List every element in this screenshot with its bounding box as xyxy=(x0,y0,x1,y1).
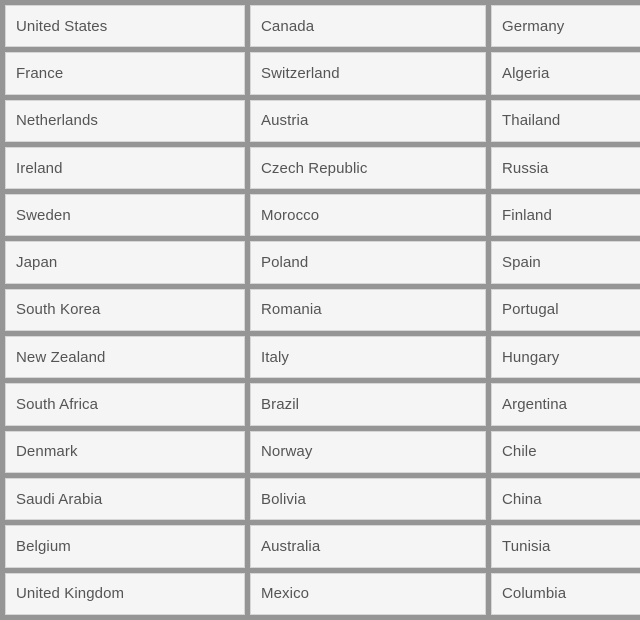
country-cell[interactable]: Poland xyxy=(250,241,486,284)
country-cell[interactable]: Sweden xyxy=(5,194,245,237)
country-cell[interactable]: France xyxy=(5,52,245,95)
country-cell[interactable]: Japan xyxy=(5,241,245,284)
country-cell[interactable]: Spain xyxy=(491,241,640,284)
country-cell[interactable]: Tunisia xyxy=(491,525,640,568)
country-cell[interactable]: United Kingdom xyxy=(5,572,245,615)
country-cell[interactable]: China xyxy=(491,477,640,521)
country-cell[interactable]: Switzerland xyxy=(250,52,486,95)
table-row: Sweden Morocco Finland xyxy=(5,194,640,237)
country-cell[interactable]: Columbia xyxy=(491,572,640,615)
table-row: Belgium Australia Tunisia xyxy=(5,525,640,568)
country-cell[interactable]: Netherlands xyxy=(5,99,245,142)
country-cell[interactable]: Czech Republic xyxy=(250,146,486,190)
country-cell[interactable]: United States xyxy=(5,5,245,48)
country-cell[interactable]: Brazil xyxy=(250,383,486,426)
table-row: Netherlands Austria Thailand xyxy=(5,99,640,142)
country-cell[interactable]: Mexico xyxy=(250,572,486,615)
country-cell[interactable]: Australia xyxy=(250,525,486,568)
country-cell[interactable]: South Africa xyxy=(5,383,245,426)
country-list-table: United States Canada Germany France Swit… xyxy=(0,0,640,620)
country-cell[interactable]: Algeria xyxy=(491,52,640,95)
country-cell[interactable]: Bolivia xyxy=(250,477,486,521)
table-row: New Zealand Italy Hungary xyxy=(5,336,640,379)
country-cell[interactable]: Norway xyxy=(250,430,486,473)
country-cell[interactable]: Morocco xyxy=(250,194,486,237)
country-cell[interactable]: Finland xyxy=(491,194,640,237)
table-row: France Switzerland Algeria xyxy=(5,52,640,95)
country-cell[interactable]: Austria xyxy=(250,99,486,142)
table-row: South Africa Brazil Argentina xyxy=(5,383,640,426)
table-row: United States Canada Germany xyxy=(5,5,640,48)
country-cell[interactable]: Portugal xyxy=(491,288,640,332)
country-cell[interactable]: Italy xyxy=(250,336,486,379)
country-cell[interactable]: Germany xyxy=(491,5,640,48)
country-cell[interactable]: Denmark xyxy=(5,430,245,473)
country-cell[interactable]: Saudi Arabia xyxy=(5,477,245,521)
table-row: United Kingdom Mexico Columbia xyxy=(5,572,640,615)
country-cell[interactable]: Russia xyxy=(491,146,640,190)
country-cell[interactable]: South Korea xyxy=(5,288,245,332)
country-cell[interactable]: Argentina xyxy=(491,383,640,426)
table-row: Denmark Norway Chile xyxy=(5,430,640,473)
country-cell[interactable]: Ireland xyxy=(5,146,245,190)
country-cell[interactable]: Hungary xyxy=(491,336,640,379)
country-cell[interactable]: Romania xyxy=(250,288,486,332)
table-row: Japan Poland Spain xyxy=(5,241,640,284)
country-cell[interactable]: Belgium xyxy=(5,525,245,568)
table-row: Saudi Arabia Bolivia China xyxy=(5,477,640,521)
country-cell[interactable]: Thailand xyxy=(491,99,640,142)
country-cell[interactable]: Canada xyxy=(250,5,486,48)
table-row: Ireland Czech Republic Russia xyxy=(5,146,640,190)
country-list-body: United States Canada Germany France Swit… xyxy=(5,5,640,615)
country-cell[interactable]: New Zealand xyxy=(5,336,245,379)
country-cell[interactable]: Chile xyxy=(491,430,640,473)
table-row: South Korea Romania Portugal xyxy=(5,288,640,332)
